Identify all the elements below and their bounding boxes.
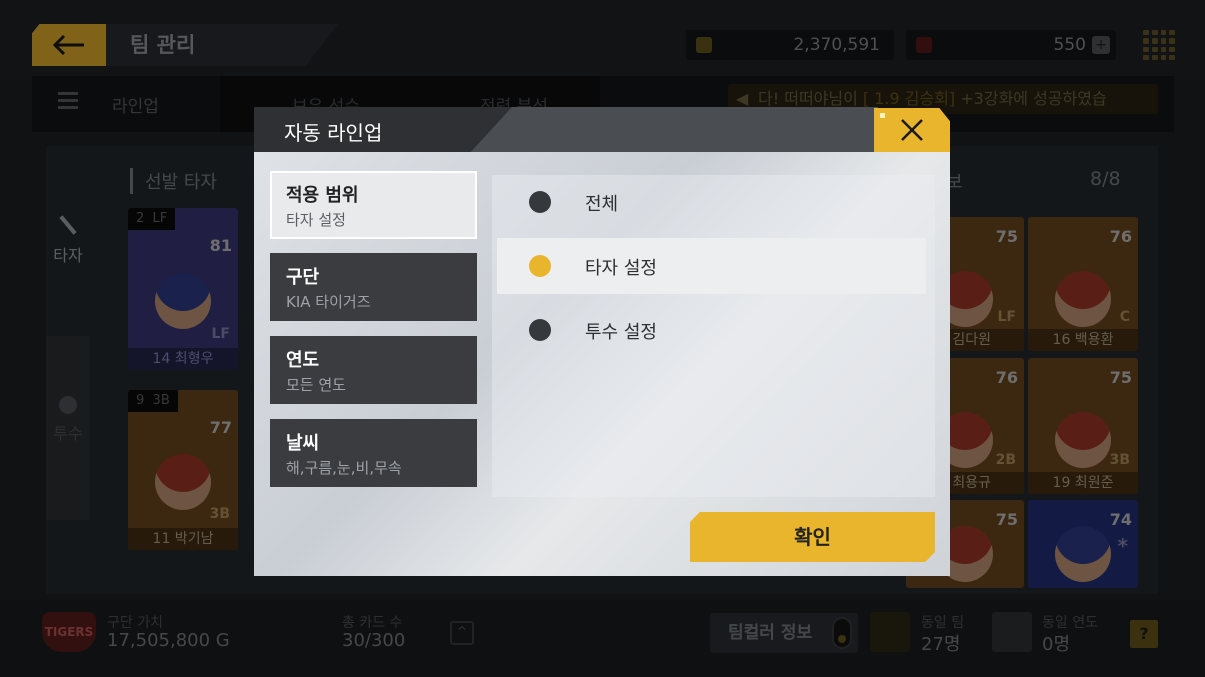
filter-value: KIA 타이거즈 [286,293,371,311]
filter-team[interactable]: 구단 KIA 타이거즈 [270,253,477,321]
close-button[interactable] [874,108,950,152]
option-label: 타자 설정 [585,258,657,279]
filter-title: 적용 범위 [286,185,359,206]
filter-title: 구단 [286,267,320,288]
radio-icon [529,255,551,277]
modal-title: 자동 라인업 [284,121,383,145]
filter-value: 해,구름,눈,비,무속 [286,459,402,477]
option-batter-setting[interactable]: 타자 설정 [497,238,926,294]
radio-icon [529,319,551,341]
filter-value: 타자 설정 [286,211,346,229]
filter-scope[interactable]: 적용 범위 타자 설정 [270,171,477,239]
close-icon [901,119,923,141]
filter-year[interactable]: 연도 모든 연도 [270,336,477,404]
filter-title: 연도 [286,350,320,371]
filter-title: 날씨 [286,433,320,454]
radio-icon [529,191,551,213]
confirm-button[interactable]: 확인 [690,512,935,562]
filter-value: 모든 연도 [286,376,346,394]
filter-weather[interactable]: 날씨 해,구름,눈,비,무속 [270,419,477,487]
modal-header: 자동 라인업 [254,107,950,152]
option-pitcher-setting[interactable]: 투수 설정 [497,302,926,358]
option-all[interactable]: 전체 [497,174,926,230]
option-label: 투수 설정 [585,322,657,343]
option-label: 전체 [585,194,619,215]
